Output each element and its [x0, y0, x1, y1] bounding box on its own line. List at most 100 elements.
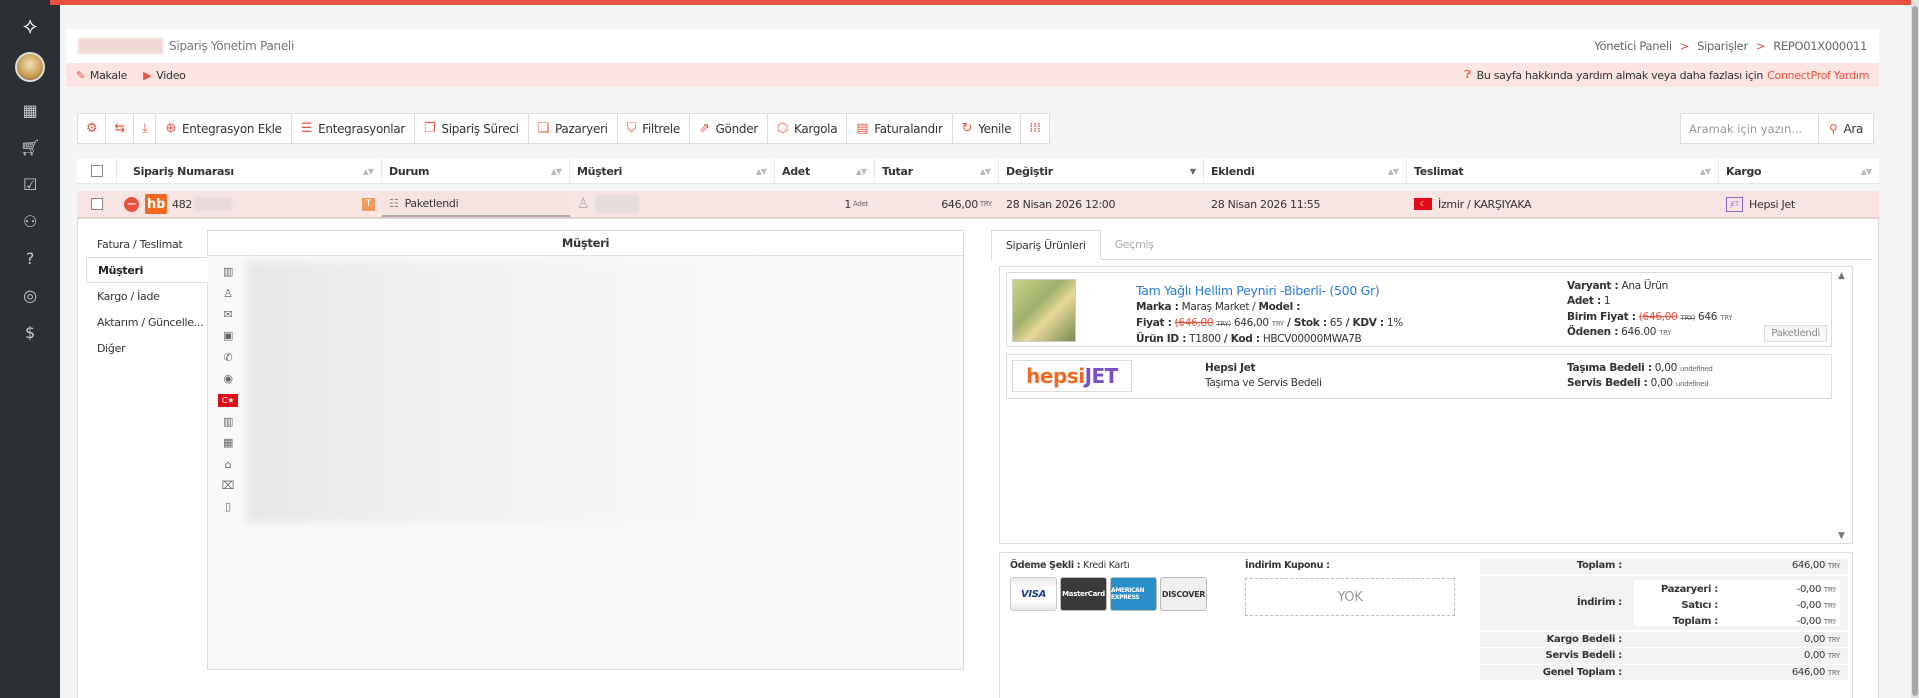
filter-button[interactable]: ⛉ Filtrele	[618, 114, 690, 143]
refresh-button[interactable]: ↻ Yenile	[953, 114, 1022, 143]
order-products-panel: Sipariş Ürünleri Geçmiş Tam Yağlı Hellim…	[991, 230, 1873, 698]
table-row[interactable]: − hb 482 T ☷ Paketlendi ♙ 1 Adet 646,00 TRY…	[77, 191, 1879, 218]
nav-transfer-update[interactable]: Aktarım / Güncelle...	[86, 309, 206, 335]
kdv-label: / KDV :	[1345, 317, 1385, 329]
search-button-label: Ara	[1843, 121, 1864, 136]
article-link[interactable]: ✎ Makale	[76, 69, 127, 82]
order-detail-panel: Fatura / Teslimat Müşteri Kargo / İade A…	[77, 218, 1879, 698]
ship-label: Kargola	[793, 121, 838, 136]
avatar[interactable]	[15, 52, 45, 82]
tab-order-products[interactable]: Sipariş Ürünleri	[991, 230, 1101, 260]
products-list: Tam Yağlı Hellim Peyniri -Biberli- (500 …	[999, 266, 1853, 544]
nav-customer[interactable]: Müşteri	[86, 257, 208, 283]
order-number[interactable]: 482	[172, 198, 192, 211]
scroll-down-icon[interactable]: ▼	[1838, 531, 1845, 541]
col-added[interactable]: Eklendi ▲▼	[1204, 159, 1407, 183]
col-modified[interactable]: Değiştir ▼	[999, 159, 1204, 183]
col-cargo[interactable]: Kargo ▲▼	[1719, 159, 1879, 183]
product-image[interactable]	[1012, 279, 1076, 342]
help-link[interactable]: ConnectProf Yardım	[1767, 69, 1869, 82]
cell-status[interactable]: ☷ Paketlendi	[382, 191, 570, 217]
col-qty[interactable]: Adet ▲▼	[775, 159, 875, 183]
sort-desc-icon: ▼	[1189, 166, 1196, 176]
collapse-icon[interactable]: −	[124, 196, 139, 212]
t-badge: T	[362, 197, 375, 211]
toolbar-icon-btn-2[interactable]: ⇆	[106, 114, 134, 143]
currency-sync-icon[interactable]: $	[18, 320, 42, 344]
col-customer[interactable]: Müşteri ▲▼	[570, 159, 775, 183]
breadcrumb-admin[interactable]: Yönetici Paneli	[1594, 39, 1672, 53]
product-item: Tam Yağlı Hellim Peyniri -Biberli- (500 …	[1006, 272, 1832, 347]
integration-add-button[interactable]: ⊕ Entegrasyon Ekle	[156, 114, 292, 143]
scroll-up-icon[interactable]: ▲	[1838, 271, 1845, 281]
app-logo-icon[interactable]: ⟡	[16, 12, 44, 40]
modified-value: 28 Nisan 2026 12:00	[1006, 197, 1116, 211]
grid-menu-button[interactable]: ⁞⁞⁞	[1021, 114, 1049, 143]
list-icon: ☷	[389, 196, 399, 210]
nav-other[interactable]: Diğer	[86, 335, 206, 361]
book-icon: ▯	[225, 500, 231, 514]
unit-old-unit: TRY)	[1680, 314, 1696, 322]
toolbar-icon-btn-3[interactable]: ⤓	[134, 114, 157, 143]
filter-label: Filtrele	[642, 121, 680, 136]
send-button[interactable]: ⇗ Gönder	[690, 114, 768, 143]
video-link[interactable]: ▶ Video	[143, 69, 186, 82]
address-icon: ⌧	[221, 479, 235, 493]
product-name[interactable]: Tam Yağlı Hellim Peyniri -Biberli- (500 …	[1136, 283, 1380, 298]
logo-part-a: hepsi	[1026, 364, 1085, 388]
col-order-no[interactable]: Sipariş Numarası ▲▼	[117, 159, 382, 183]
envelope-icon: ✉	[223, 307, 233, 321]
col-amount[interactable]: Tutar ▲▼	[875, 159, 999, 183]
col-delivery[interactable]: Teslimat ▲▼	[1407, 159, 1719, 183]
discount-total-unit: TRY	[1823, 618, 1836, 627]
breadcrumb: Yönetici Paneli > Siparişler > REPO01X000011	[1594, 39, 1867, 53]
nav-invoice-delivery[interactable]: Fatura / Teslimat	[86, 231, 206, 257]
search-input[interactable]	[1681, 114, 1819, 143]
payment-method-label: Ödeme Şekli :	[1010, 560, 1081, 571]
total-row: Toplam : 646,00 TRY	[1480, 558, 1848, 575]
variant-line: Varyant : Ana Ürün	[1567, 280, 1668, 292]
cart-icon[interactable]: 🛒︎	[18, 135, 42, 159]
total-label: Toplam :	[1576, 560, 1623, 572]
price-value: 646,00	[1233, 317, 1269, 329]
invoice-button[interactable]: ▤ Faturalandır	[847, 114, 953, 143]
target-icon[interactable]: ◎	[18, 283, 42, 307]
col-label: Eklendi	[1211, 164, 1255, 178]
grand-total-value: 646,00	[1791, 667, 1826, 679]
breadcrumb-orders[interactable]: Siparişler	[1697, 39, 1748, 53]
old-price-unit: TRY)	[1216, 320, 1231, 328]
checklist-icon[interactable]: ☑	[18, 172, 42, 196]
amount-value: 646,00	[941, 197, 978, 211]
price-label: Fiyat :	[1136, 317, 1172, 329]
totals-table: Toplam : 646,00 TRY İndirim : Pazaryeri :…	[1480, 558, 1848, 698]
fingerprint-icon: ◉	[223, 372, 233, 386]
cargo-value: Hepsi Jet	[1749, 197, 1795, 211]
delivery-value: İzmir / KARŞIYAKA	[1438, 197, 1532, 211]
amount-currency: TRY	[979, 200, 992, 208]
search-button[interactable]: ⚲ Ara	[1819, 114, 1873, 143]
marketplace-discount-value: -0,00	[1796, 584, 1822, 596]
window-icon: ❏	[537, 121, 550, 136]
users-settings-icon[interactable]: ⚇	[18, 209, 42, 233]
help-icon[interactable]: ?	[18, 246, 42, 270]
coupon-label: İndirim Kuponu :	[1245, 560, 1330, 571]
toolbar-icon-btn-1[interactable]: ⚙	[78, 114, 107, 143]
ship-button[interactable]: ⬡ Kargola	[768, 114, 848, 143]
col-status[interactable]: Durum ▲▼	[382, 159, 570, 183]
tab-history[interactable]: Geçmiş	[1101, 230, 1168, 259]
marketplaces-button[interactable]: ❏ Pazaryeri	[529, 114, 618, 143]
dashboard-icon[interactable]: ▦	[18, 98, 42, 122]
hepsiburada-badge: hb	[145, 194, 167, 214]
products-scrollbar[interactable]: ▲ ▼	[1838, 271, 1848, 541]
nav-cargo-return[interactable]: Kargo / İade	[86, 283, 206, 309]
order-process-button[interactable]: ❐ Sipariş Süreci	[415, 114, 529, 143]
blurred-order-suffix	[194, 197, 233, 211]
row-checkbox[interactable]	[91, 198, 103, 210]
scrollbar-thumb[interactable]	[1912, 6, 1918, 696]
select-all-checkbox[interactable]	[90, 165, 103, 177]
marketplace-discount-unit: TRY	[1823, 586, 1836, 595]
integrations-button[interactable]: ☰ Entegrasyonlar	[292, 114, 416, 143]
grid-dots-icon: ⁞⁞⁞	[1029, 121, 1041, 136]
service-fee-unit: TRY	[1827, 652, 1840, 661]
page-scrollbar[interactable]	[1911, 0, 1919, 698]
